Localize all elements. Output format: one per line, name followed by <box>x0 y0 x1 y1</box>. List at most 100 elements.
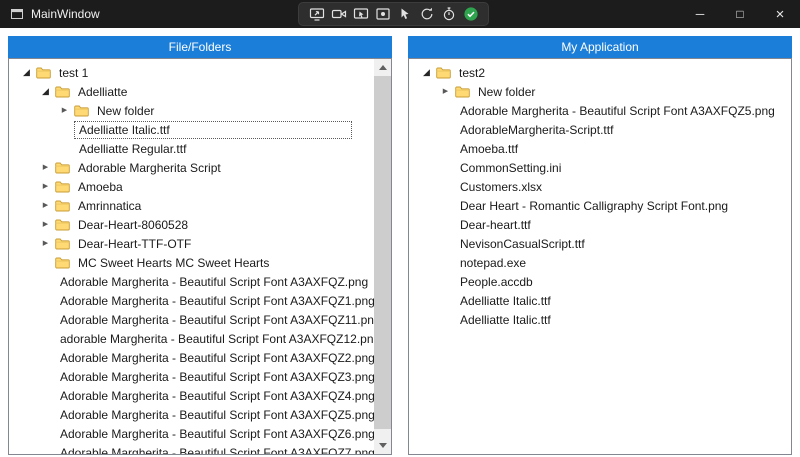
tree-item-label: Adelliatte Regular.ttf <box>74 140 191 158</box>
vertical-scrollbar[interactable] <box>374 59 391 454</box>
tree-item[interactable]: ◢Adelliatte <box>9 82 374 101</box>
maximize-button[interactable]: □ <box>720 0 760 28</box>
tree-item[interactable]: NevisonCasualScript.ttf <box>409 234 791 253</box>
tree-item-label: Adorable Margherita - Beautiful Script F… <box>455 102 780 120</box>
folder-icon <box>455 86 473 98</box>
tree-item[interactable]: ▶ Dear-Heart-8060528 <box>9 215 374 234</box>
tree-item[interactable]: Adorable Margherita - Beautiful Script F… <box>409 101 791 120</box>
expand-arrow-icon[interactable]: ▶ <box>36 234 55 253</box>
tree-item[interactable]: ▶ Adorable Margherita Script <box>9 158 374 177</box>
tree-item[interactable]: Adorable Margherita - Beautiful Script F… <box>9 348 374 367</box>
tree-item[interactable]: Adorable Margherita - Beautiful Script F… <box>9 367 374 386</box>
file-folders-header: File/Folders <box>8 36 392 58</box>
app-icon <box>10 7 24 21</box>
tree-item[interactable]: ◢ test 1 <box>9 63 374 82</box>
tree-item[interactable]: ◢ test2 <box>409 63 791 82</box>
tree-item-label: Dear-Heart-TTF-OTF <box>73 235 196 253</box>
tree-item[interactable]: notepad.exe <box>409 253 791 272</box>
tree-item-label: AdorableMargherita-Script.ttf <box>455 121 618 139</box>
tree-item[interactable]: ▶ New folder <box>409 82 791 101</box>
folder-icon <box>55 162 73 174</box>
tree-item[interactable]: Adelliatte Regular.ttf <box>9 139 374 158</box>
tree-item[interactable]: People.accdb <box>409 272 791 291</box>
timer-icon[interactable] <box>440 6 457 23</box>
tree-item[interactable]: CommonSetting.ini <box>409 158 791 177</box>
tree-item[interactable]: Adelliatte Italic.ttf <box>409 310 791 329</box>
tree-item-label: MC Sweet Hearts MC Sweet Hearts <box>73 254 274 272</box>
tree-item[interactable]: Adorable Margherita - Beautiful Script F… <box>9 424 374 443</box>
tree-item[interactable]: Adorable Margherita - Beautiful Script F… <box>9 272 374 291</box>
tree-item[interactable]: ▶ New folder <box>9 101 374 120</box>
tree-item[interactable]: Dear-heart.ttf <box>409 215 791 234</box>
folder-icon <box>55 86 73 98</box>
expand-arrow-icon[interactable]: ▶ <box>36 215 55 234</box>
tree-item[interactable]: Adorable Margherita - Beautiful Script F… <box>9 310 374 329</box>
scroll-up-button[interactable] <box>374 59 391 76</box>
tree-item[interactable]: ▶ Amoeba <box>9 177 374 196</box>
screen-share-icon[interactable] <box>308 6 325 23</box>
tree-item-label: Adelliatte Italic.ttf <box>455 311 556 329</box>
camera-icon[interactable] <box>330 6 347 23</box>
minimize-button[interactable]: ─ <box>680 0 720 28</box>
scroll-down-button[interactable] <box>374 437 391 454</box>
tree-item-label: Adelliatte Italic.ttf <box>74 121 352 139</box>
tree-item-label: Amoeba <box>73 178 128 196</box>
status-check-icon[interactable] <box>462 6 479 23</box>
collapse-arrow-icon[interactable]: ◢ <box>417 63 436 82</box>
scroll-thumb[interactable] <box>374 76 391 429</box>
tree-item-label: Adorable Margherita - Beautiful Script F… <box>55 292 374 310</box>
collapse-arrow-icon[interactable]: ◢ <box>36 82 55 101</box>
tree-item-label: Customers.xlsx <box>455 178 547 196</box>
scroll-down-icon <box>379 443 387 448</box>
tree-item[interactable]: ▶ Dear-Heart-TTF-OTF <box>9 234 374 253</box>
close-button[interactable]: × <box>760 0 800 28</box>
tree-item-label: Amoeba.ttf <box>455 140 523 158</box>
tree-item[interactable]: adorable Margherita - Beautiful Script F… <box>9 329 374 348</box>
tree-item-label: Dear-heart.ttf <box>455 216 536 234</box>
tree-item-label: Dear-Heart-8060528 <box>73 216 193 234</box>
capture-toolbar <box>298 2 489 26</box>
display-pointer-icon[interactable] <box>352 6 369 23</box>
tree-item-label: Adorable Margherita - Beautiful Script F… <box>55 349 374 367</box>
tree-item-label: Adorable Margherita - Beautiful Script F… <box>55 387 374 405</box>
expand-arrow-icon[interactable]: ▶ <box>36 158 55 177</box>
file-folders-tree: ◢test 1◢Adelliatte▶New folderAdelliatte … <box>8 58 392 455</box>
collapse-arrow-icon[interactable]: ◢ <box>17 63 36 82</box>
tree-item-label: test2 <box>454 64 490 82</box>
tree-item[interactable]: Adorable Margherita - Beautiful Script F… <box>9 386 374 405</box>
tree-item-label: Dear Heart - Romantic Calligraphy Script… <box>455 197 733 215</box>
tree-item[interactable]: Adorable Margherita - Beautiful Script F… <box>9 443 374 455</box>
folder-icon <box>55 200 73 212</box>
tree-item[interactable]: Adelliatte Italic.ttf <box>409 291 791 310</box>
expand-arrow-icon[interactable]: ▶ <box>36 177 55 196</box>
folder-icon <box>74 105 92 117</box>
tree-item[interactable]: AdorableMargherita-Script.ttf <box>409 120 791 139</box>
folder-icon <box>55 219 73 231</box>
refresh-icon[interactable] <box>418 6 435 23</box>
tree-item[interactable]: Dear Heart - Romantic Calligraphy Script… <box>409 196 791 215</box>
window-title: MainWindow <box>31 7 100 21</box>
tree-item-label: New folder <box>92 102 159 120</box>
tree-item-label: New folder <box>473 83 540 101</box>
tree-item-label: notepad.exe <box>455 254 531 272</box>
expand-arrow-icon[interactable]: ▶ <box>36 196 55 215</box>
my-application-panel: My Application ◢test2▶New folderAdorable… <box>408 36 792 455</box>
tree-item[interactable]: Amoeba.ttf <box>409 139 791 158</box>
tree-item[interactable]: Adelliatte Italic.ttf <box>9 120 374 139</box>
tree-item-label: test 1 <box>54 64 93 82</box>
expand-arrow-icon[interactable]: ▶ <box>55 101 74 120</box>
tree-item[interactable]: Customers.xlsx <box>409 177 791 196</box>
tree-item-label: Adorable Margherita Script <box>73 159 226 177</box>
expand-arrow-icon[interactable]: ▶ <box>436 82 455 101</box>
tree-item[interactable]: MC Sweet Hearts MC Sweet Hearts <box>9 253 374 272</box>
tree-item-label: Adorable Margherita - Beautiful Script F… <box>55 406 374 424</box>
tree-item[interactable]: ▶Amrinnatica <box>9 196 374 215</box>
tree-item-label: People.accdb <box>455 273 538 291</box>
tree-item-label: Adorable Margherita - Beautiful Script F… <box>55 444 374 456</box>
cursor-icon[interactable] <box>396 6 413 23</box>
record-frame-icon[interactable] <box>374 6 391 23</box>
my-application-tree: ◢ test2▶ New folderAdorable Margherita - B… <box>408 58 792 455</box>
tree-item[interactable]: Adorable Margherita - Beautiful Script F… <box>9 291 374 310</box>
tree-item[interactable]: Adorable Margherita - Beautiful Script F… <box>9 405 374 424</box>
tree-item-label: NevisonCasualScript.ttf <box>455 235 590 253</box>
